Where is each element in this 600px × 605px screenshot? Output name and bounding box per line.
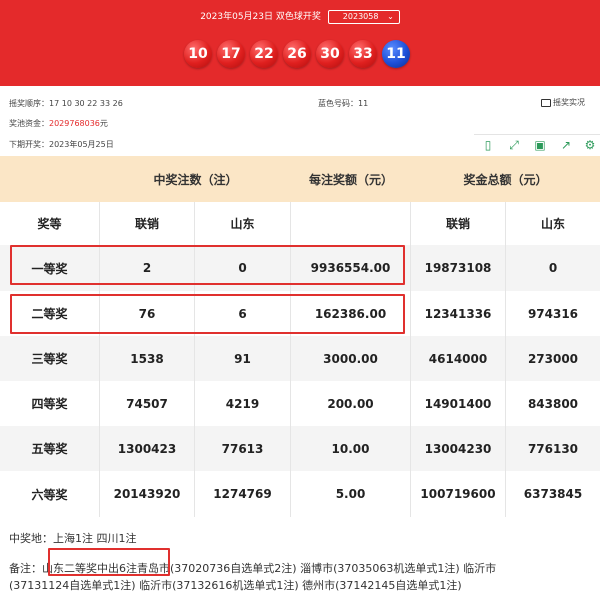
- shandong-total: 273000: [527, 351, 579, 366]
- blue-number-value: 11: [358, 99, 369, 108]
- joint-count-header: 联销: [100, 202, 195, 245]
- prize-per-bet: 10.00: [291, 426, 411, 471]
- shandong-total: 843800: [527, 396, 579, 411]
- red-ball: 33: [349, 40, 377, 68]
- draw-order-value: 17 10 30 22 33 26: [49, 99, 123, 108]
- draw-order-label: 摇奖顺序：: [9, 99, 49, 108]
- red-ball: 26: [283, 40, 311, 68]
- table-row: 四等奖 74507 4219 200.00 14901400 843800: [0, 381, 600, 426]
- joint-count: 1300423: [100, 426, 195, 471]
- shandong-total: 974316: [527, 306, 579, 321]
- joint-total: 100719600: [411, 471, 506, 517]
- shandong-count: 77613: [195, 426, 291, 471]
- prize-pool-value: 2029768036: [49, 119, 100, 128]
- tv-icon: [541, 98, 551, 107]
- joint-total: 13004230: [411, 426, 506, 471]
- red-ball: 10: [184, 40, 212, 68]
- prize-level: 五等奖: [0, 426, 100, 471]
- prize-level: 六等奖: [0, 471, 100, 517]
- draw-date: 2023年05月23日: [200, 12, 274, 22]
- draw-video-label: 摇奖实况: [553, 98, 585, 107]
- draw-video-link[interactable]: 摇奖实况: [541, 97, 585, 108]
- joint-total: 12341336: [411, 291, 506, 336]
- red-ball: 17: [217, 40, 245, 68]
- blue-number-line: 蓝色号码：11: [318, 98, 368, 110]
- remark-line-2: (37131124自选单式1注) 临沂市(37132616机选单式1注) 德州市…: [9, 579, 462, 592]
- prize-per-bet-header: 每注奖额（元）: [308, 172, 393, 187]
- game-name: 双色球: [275, 12, 303, 22]
- remark-detail: 青岛市(37020736自选单式2注) 淄博市(37035063机选单式1注) …: [137, 562, 497, 575]
- shandong-total: 776130: [527, 441, 579, 456]
- prize-level: 四等奖: [0, 381, 100, 426]
- second-prize-highlight: [10, 294, 405, 334]
- table-row: 五等奖 1300423 77613 10.00 13004230 776130: [0, 426, 600, 471]
- next-draw-label: 下期开奖：: [9, 140, 49, 149]
- draw-suffix: 开奖: [302, 12, 321, 22]
- shandong-count-header: 山东: [195, 202, 291, 245]
- issue-value: 2023058: [342, 12, 379, 21]
- winner-count-header: 中奖注数（注）: [153, 172, 238, 187]
- shandong-count: 91: [195, 336, 291, 381]
- table-row: 三等奖 1538 91 3000.00 4614000 273000: [0, 336, 600, 381]
- winners-location: 中奖地：上海1注 四川1注: [9, 532, 137, 545]
- chevron-down-icon: ⌄: [387, 12, 394, 21]
- remark-highlight-box: [48, 548, 170, 576]
- joint-total-header: 联销: [411, 202, 506, 245]
- shandong-total: 6373845: [523, 487, 583, 501]
- joint-count: 1538: [100, 336, 195, 381]
- blue-ball: 11: [382, 40, 410, 68]
- prize-per-bet: 3000.00: [291, 336, 411, 381]
- table-row: 六等奖 20143920 1274769 5.00 100719600 6373…: [0, 471, 600, 517]
- remark-label: 备注：: [9, 562, 42, 575]
- prize-per-bet: 200.00: [291, 381, 411, 426]
- prize-pool-label: 奖池资金：: [9, 119, 49, 128]
- settings-icon[interactable]: ⚙: [582, 137, 598, 153]
- joint-total: 19873108: [411, 245, 506, 291]
- shandong-count: 1274769: [195, 471, 291, 517]
- blue-number-label: 蓝色号码：: [318, 99, 358, 108]
- joint-count: 20143920: [100, 471, 195, 517]
- issue-select[interactable]: 2023058 ⌄: [327, 10, 400, 24]
- next-draw-value: 2023年05月25日: [49, 140, 114, 149]
- shandong-count: 4219: [195, 381, 291, 426]
- document-icon[interactable]: ▯: [480, 137, 496, 153]
- joint-count: 74507: [100, 381, 195, 426]
- prize-per-bet: 5.00: [291, 471, 411, 517]
- table-toolbar: ▯ ⤢ ▣ ↗ ⚙: [474, 134, 600, 154]
- shandong-total-header: 山东: [540, 217, 565, 231]
- save-icon[interactable]: ▣: [532, 137, 548, 153]
- draw-header: 2023年05月23日 双色球开奖 2023058 ⌄ 10 17 22 26 …: [0, 0, 600, 86]
- joint-total: 14901400: [411, 381, 506, 426]
- draw-title-line: 2023年05月23日 双色球开奖 2023058 ⌄: [0, 10, 600, 25]
- red-ball: 22: [250, 40, 278, 68]
- prize-pool-line: 奖池资金：2029768036元: [9, 118, 108, 130]
- next-draw-line: 下期开奖：2023年05月25日: [9, 139, 114, 151]
- red-ball: 30: [316, 40, 344, 68]
- prize-level: 三等奖: [0, 336, 100, 381]
- share-icon[interactable]: ↗: [558, 137, 574, 153]
- prize-pool-unit: 元: [99, 119, 108, 128]
- draw-order-line: 摇奖顺序：17 10 30 22 33 26: [9, 98, 123, 110]
- level-header: 奖等: [0, 202, 100, 245]
- prize-per-bet-subheader: [291, 202, 411, 245]
- table-group-header: 中奖注数（注） 每注奖额（元） 奖金总额（元）: [0, 156, 600, 202]
- table-sub-header: 奖等 联销 山东 联销 山东: [0, 202, 600, 245]
- fullscreen-icon[interactable]: ⤢: [506, 137, 522, 153]
- first-prize-highlight: [10, 245, 405, 285]
- prize-total-header: 奖金总额（元）: [463, 172, 548, 187]
- shandong-total: 0: [548, 261, 558, 275]
- joint-total: 4614000: [411, 336, 506, 381]
